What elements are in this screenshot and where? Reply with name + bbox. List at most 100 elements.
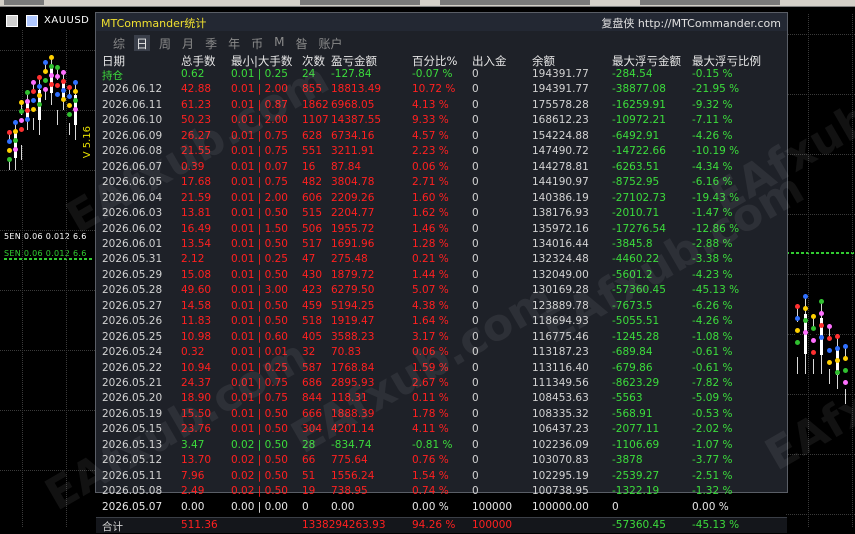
table-row[interactable]: 2026.05.15 23.76 0.01 | 0.50 304 4201.14 4.11… <box>96 422 787 437</box>
cell-percent: 1.54 % <box>412 469 449 482</box>
toolbar-button[interactable] <box>440 0 590 5</box>
toolbar-button[interactable] <box>640 0 780 5</box>
panel-titlebar[interactable]: MTCommander统计 复盘侠 http://MTCommander.com <box>96 13 787 31</box>
trade-marker <box>67 103 72 108</box>
trade-marker <box>31 98 36 103</box>
cell-count: 405 <box>302 330 323 343</box>
grid-line <box>0 470 95 472</box>
trade-marker <box>31 107 36 112</box>
cell-deposit: 0 <box>472 176 479 189</box>
tab-month[interactable]: 月 <box>180 35 196 51</box>
tab-quarter[interactable]: 季 <box>203 35 219 51</box>
panel-title: MTCommander统计 <box>101 17 207 30</box>
toolbar-button[interactable] <box>300 0 420 5</box>
candle-body <box>50 67 53 93</box>
cell-count: 686 <box>302 377 323 389</box>
tab-week[interactable]: 周 <box>157 35 173 51</box>
cell-count: 1862 <box>302 98 329 111</box>
table-row[interactable]: 2026.06.08 21.55 0.01 | 0.75 551 3211.91 2.23… <box>96 144 787 159</box>
cell-max-float-ratio: -10.19 % <box>692 145 740 158</box>
cell-max-float-ratio: -1.07 % <box>692 438 733 451</box>
cell-balance: 194391.77 <box>532 83 589 96</box>
cell-min-max-lots: 0.01 | 0.50 <box>231 207 288 220</box>
tab-summary[interactable]: 综 <box>111 35 127 51</box>
trade-marker <box>835 334 840 339</box>
table-row[interactable]: 2026.05.13 3.47 0.02 | 0.50 28 -834.74 -0.81 … <box>96 438 787 453</box>
cell-pnl: 1879.72 <box>331 268 375 281</box>
tab-year[interactable]: 年 <box>226 35 242 51</box>
table-row[interactable]: 2026.06.01 13.54 0.01 | 0.50 517 1691.96 1.28… <box>96 237 787 252</box>
table-row[interactable]: 2026.05.19 15.50 0.01 | 0.50 666 1888.39 1.78… <box>96 407 787 422</box>
price-chart-left[interactable]: V 5.16 5EN 0.06 0.012 6.6 SEN 0.06 0.012… <box>0 30 95 527</box>
cell-min-max-lots: 0.02 | 0.50 <box>231 438 288 451</box>
table-row[interactable]: 2026.05.26 11.83 0.01 | 0.50 518 1919.47 1.64… <box>96 314 787 329</box>
table-row[interactable]: 2026.06.12 42.88 0.01 | 2.00 855 18813.49 10.… <box>96 82 787 97</box>
trade-marker <box>73 107 78 112</box>
cell-min-max-lots: 0.01 | 2.00 <box>231 83 288 96</box>
cell-count: 304 <box>302 423 323 436</box>
table-row[interactable]: 2026.05.25 10.98 0.01 | 0.60 405 3588.23 3.17… <box>96 330 787 345</box>
table-row[interactable]: 2026.06.04 21.59 0.01 | 2.00 606 2209.26 1.60… <box>96 191 787 206</box>
trade-marker <box>37 75 42 80</box>
table-row[interactable]: 2026.06.07 0.39 0.01 | 0.07 16 87.84 0.06 % 0 1… <box>96 160 787 175</box>
toolbar-button[interactable] <box>4 0 44 5</box>
table-row[interactable]: 2026.05.31 2.12 0.01 | 0.25 47 275.48 0.21 % 0… <box>96 252 787 267</box>
cell-max-float-ratio: -1.47 % <box>692 207 733 220</box>
cell-total-lots: 61.23 <box>181 98 212 111</box>
table-row[interactable]: 2026.05.29 15.08 0.01 | 0.50 430 1879.72 1.44… <box>96 268 787 283</box>
trade-marker <box>49 55 54 60</box>
cell-pnl: 1955.72 <box>331 222 375 235</box>
table-row[interactable]: 2026.06.02 16.49 0.01 | 1.50 506 1955.72 1.46… <box>96 222 787 237</box>
table-row[interactable]: 2026.05.27 14.58 0.01 | 0.50 459 5194.25 4.38… <box>96 299 787 314</box>
cell-min-max-lots: 0.01 | 0.25 <box>231 253 288 266</box>
trade-marker <box>7 148 12 153</box>
cell-deposit: 0 <box>472 315 479 328</box>
table-row[interactable]: 2026.05.22 10.94 0.01 | 0.25 587 1768.84 1.59… <box>96 361 787 376</box>
cell-balance: 130169.28 <box>532 284 589 297</box>
cell-max-float-ratio: -45.13 % <box>692 284 740 297</box>
cell-min-max-lots: 0.01 | 0.75 <box>231 145 288 158</box>
cell-date: 持仓 <box>102 70 123 82</box>
trade-marker <box>795 316 800 321</box>
cell-min-max-lots: 0.01 | 1.50 <box>231 222 288 235</box>
tab-note[interactable]: 昝 <box>293 35 309 51</box>
cell-min-max-lots: 0.01 | 0.60 <box>231 330 288 343</box>
tab-currency[interactable]: 币 <box>249 35 265 51</box>
trade-marker <box>61 70 66 75</box>
cell-total-lots: 3.47 <box>181 438 205 451</box>
cell-total-lots: 24.37 <box>181 377 212 389</box>
cell-percent: 1.78 % <box>412 407 449 420</box>
table-row[interactable]: 2026.05.24 0.32 0.01 | 0.01 32 70.83 0.06 % 0 1… <box>96 345 787 360</box>
cell-total-lots: 10.94 <box>181 361 212 374</box>
table-row[interactable]: 2026.06.11 61.23 0.01 | 0.87 1862 6968.05 4.1… <box>96 98 787 113</box>
table-row[interactable]: 持仓 0.62 0.01 | 0.25 24 -127.84 -0.07 % 0 194391… <box>96 67 787 82</box>
table-row[interactable]: 2026.06.05 17.68 0.01 | 0.75 482 3804.78 2.71… <box>96 175 787 190</box>
cell-deposit: 0 <box>472 392 479 405</box>
cell-count: 459 <box>302 299 323 312</box>
trade-marker <box>13 138 18 143</box>
cell-pnl: 118.31 <box>331 392 368 405</box>
table-row[interactable]: 2026.06.03 13.81 0.01 | 0.50 515 2204.77 1.62… <box>96 206 787 221</box>
cell-max-float-loss: -10972.21 <box>612 114 666 127</box>
cell-pnl: 275.48 <box>331 253 368 266</box>
cell-balance: 147490.72 <box>532 145 589 158</box>
table-row[interactable]: 2026.05.20 18.90 0.01 | 0.75 844 118.31 0.11 … <box>96 391 787 406</box>
grid-line <box>786 514 855 516</box>
tab-magic[interactable]: M <box>272 35 286 51</box>
table-row[interactable]: 2026.05.28 49.60 0.01 | 3.00 423 6279.50 5.07… <box>96 283 787 298</box>
cell-balance: 106437.23 <box>532 423 589 436</box>
table-row[interactable]: 2026.05.12 13.70 0.02 | 0.50 66 775.64 0.76 %… <box>96 453 787 468</box>
table-row[interactable]: 2026.05.21 24.37 0.01 | 0.75 686 2895.93 2.67… <box>96 376 787 391</box>
trade-marker <box>25 99 30 104</box>
table-row[interactable]: 2026.06.09 26.27 0.01 | 0.75 628 6734.16 4.57… <box>96 129 787 144</box>
table-row[interactable]: 2026.06.10 50.23 0.01 | 2.00 1107 14387.55 9.… <box>96 113 787 128</box>
tab-account[interactable]: 账户 <box>316 35 344 51</box>
price-chart-right[interactable] <box>786 14 855 527</box>
cell-max-float-loss: -679.86 <box>612 361 653 374</box>
table-row[interactable]: 2026.05.11 7.96 0.02 | 0.50 51 1556.24 1.54 %… <box>96 469 787 484</box>
cell-date: 2026.05.20 <box>102 392 163 405</box>
tab-day[interactable]: 日 <box>134 35 151 51</box>
chart-icon[interactable] <box>26 15 38 27</box>
brand-link[interactable]: 复盘侠 http://MTCommander.com <box>601 15 781 31</box>
window-icon[interactable] <box>6 15 18 27</box>
